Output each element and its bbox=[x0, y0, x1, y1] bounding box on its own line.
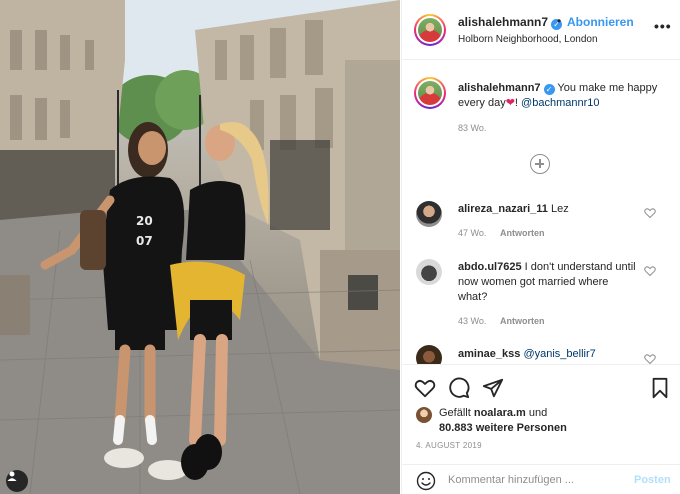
comment-username[interactable]: alireza_nazari_11 bbox=[458, 203, 548, 215]
author-avatar[interactable] bbox=[414, 14, 446, 46]
post-side-panel: alishalehmann7 ✓ • Abonnieren Holborn Nei… bbox=[401, 0, 680, 494]
like-comment-heart-icon[interactable] bbox=[644, 265, 656, 277]
add-comment-bar: Posten bbox=[402, 464, 680, 494]
likes-suffix: und bbox=[528, 407, 548, 419]
commenter-avatar[interactable] bbox=[416, 345, 442, 364]
verified-badge-icon: ✓ bbox=[543, 84, 555, 95]
comment-text: aminae_kss @yanis_bellir7 bbox=[458, 347, 638, 362]
post-date[interactable]: 4. AUGUST 2019 bbox=[416, 441, 482, 450]
stone-column bbox=[345, 60, 400, 260]
post-photo[interactable]: 20 07 bbox=[0, 0, 400, 494]
svg-text:20: 20 bbox=[136, 214, 153, 228]
railing bbox=[0, 275, 30, 335]
post-comment-button[interactable]: Posten bbox=[634, 474, 671, 486]
photo-scene: 20 07 bbox=[0, 0, 400, 494]
save-bookmark-icon[interactable] bbox=[649, 377, 671, 399]
post-location[interactable]: Holborn Neighborhood, London bbox=[458, 34, 598, 45]
like-comment-heart-icon[interactable] bbox=[644, 353, 656, 364]
red-heart-emoji: ❤ bbox=[505, 97, 515, 109]
likes-prefix: Gefällt bbox=[439, 407, 471, 419]
svg-text:07: 07 bbox=[136, 234, 153, 248]
comment-input[interactable] bbox=[448, 471, 628, 489]
comment-time: 47 Wo. bbox=[458, 228, 487, 238]
comment-mention[interactable]: @yanis_bellir7 bbox=[523, 348, 595, 360]
more-options-icon[interactable]: ••• bbox=[654, 18, 672, 34]
like-heart-icon[interactable] bbox=[414, 377, 436, 399]
tagged-users-button[interactable] bbox=[6, 470, 28, 492]
comment-username[interactable]: abdo.ul7625 bbox=[458, 261, 522, 273]
caption-author-avatar[interactable] bbox=[414, 77, 446, 109]
comment-text: abdo.ul7625 I don't understand until now… bbox=[458, 260, 638, 305]
person-icon bbox=[7, 471, 17, 481]
caption-username[interactable]: alishalehmann7 bbox=[458, 82, 541, 94]
author-username[interactable]: alishalehmann7 bbox=[458, 15, 548, 29]
like-comment-heart-icon[interactable] bbox=[644, 207, 656, 219]
separator-dot: • bbox=[557, 14, 562, 28]
comment-time: 43 Wo. bbox=[458, 316, 487, 326]
share-paper-plane-icon[interactable] bbox=[482, 377, 504, 399]
emoji-icon[interactable] bbox=[416, 471, 436, 491]
commenter-avatar[interactable] bbox=[416, 259, 442, 285]
load-more-comments-icon[interactable] bbox=[530, 154, 550, 174]
follow-button[interactable]: Abonnieren bbox=[567, 15, 634, 29]
comment-body: Lez bbox=[550, 203, 569, 215]
liker-avatar[interactable] bbox=[416, 407, 432, 423]
comment-bubble-icon[interactable] bbox=[448, 377, 470, 399]
comment-username[interactable]: aminae_kss bbox=[458, 348, 520, 360]
post-actions: Gefällt noalara.m und 80.883 weitere Per… bbox=[402, 364, 680, 464]
caption: alishalehmann7 ✓ You make me happy every … bbox=[458, 81, 668, 111]
liker-username[interactable]: noalara.m bbox=[474, 407, 526, 419]
comments-list[interactable]: alishalehmann7 ✓ You make me happy every … bbox=[402, 61, 680, 364]
commenter-avatar[interactable] bbox=[416, 201, 442, 227]
caption-time: 83 Wo. bbox=[458, 123, 487, 133]
post-header: alishalehmann7 ✓ • Abonnieren Holborn Nei… bbox=[402, 0, 680, 60]
likes-count[interactable]: 80.883 weitere Personen bbox=[439, 422, 567, 434]
caption-mention[interactable]: @bachmannr10 bbox=[521, 97, 599, 109]
comment-text: alireza_nazari_11 Lez bbox=[458, 202, 638, 217]
shop-window bbox=[270, 140, 330, 230]
plaque bbox=[348, 275, 378, 310]
reply-button[interactable]: Antworten bbox=[500, 228, 545, 238]
likes-line-1: Gefällt noalara.m und bbox=[439, 407, 547, 419]
author-username-row: alishalehmann7 ✓ bbox=[458, 15, 563, 30]
reply-button[interactable]: Antworten bbox=[500, 316, 545, 326]
